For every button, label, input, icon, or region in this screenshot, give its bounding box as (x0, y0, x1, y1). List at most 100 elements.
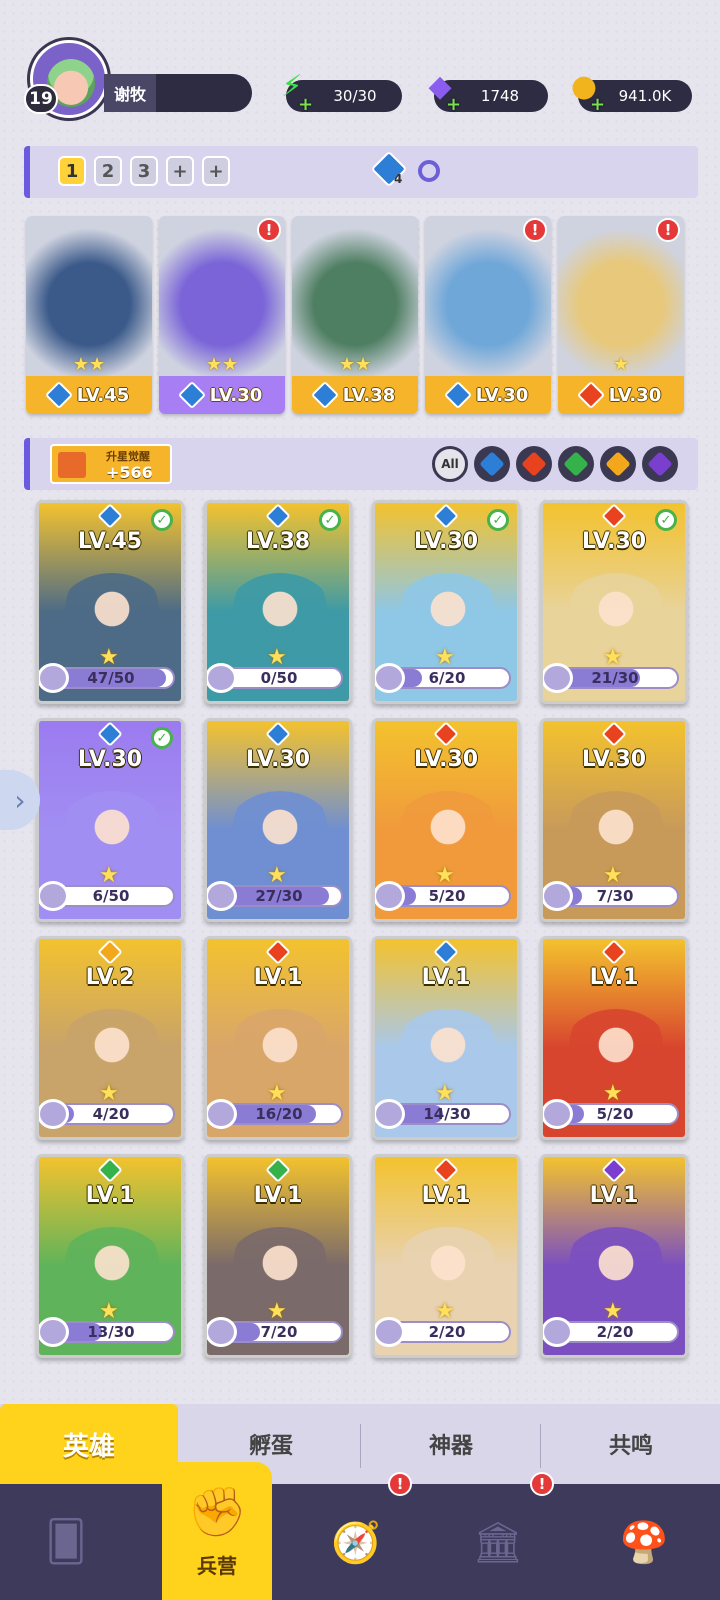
hero-card[interactable]: LV.30 ✓ ★ 21/30 (540, 500, 688, 704)
team-hero-level: LV.45 (26, 376, 152, 414)
shard-icon (207, 881, 237, 911)
hero-level: LV.1 (253, 965, 303, 990)
bottom-nav: 🂠 ✊ 兵营 🧭 ! 🏛 ! 🍄 (0, 1462, 720, 1600)
level-label: LV.30 (209, 384, 263, 406)
gems-counter[interactable]: ◆ +1748 (428, 69, 548, 115)
hero-level: LV.1 (85, 1183, 135, 1208)
hero-level: LV.1 (421, 965, 471, 990)
shard-icon (207, 1317, 237, 1347)
hero-card[interactable]: LV.30 ★ 5/20 (372, 718, 520, 922)
team-tab-3[interactable]: 3 (130, 156, 158, 186)
team-hero-card[interactable]: LV.30 ! (425, 216, 551, 414)
level-label: LV.38 (342, 384, 396, 406)
hero-portrait (26, 216, 152, 376)
barracks-label: 兵营 (197, 1554, 237, 1578)
plus-icon[interactable]: + (590, 94, 605, 115)
filter-water-icon[interactable] (474, 446, 510, 482)
team-hero-card[interactable]: ★★ LV.30 ! (159, 216, 285, 414)
level-label: LV.30 (608, 384, 662, 406)
energy-counter[interactable]: ⚡ +30/30 (281, 69, 402, 115)
hero-card[interactable]: LV.30 ✓ ★ 6/20 (372, 500, 520, 704)
hero-level: LV.30 (413, 747, 479, 772)
hero-level: LV.2 (85, 965, 135, 990)
coins-counter[interactable]: ● +941.0K (571, 69, 692, 115)
hero-card[interactable]: LV.1 ★ 7/20 (204, 1154, 352, 1358)
shard-icon (39, 1317, 69, 1347)
stars-icon: ★★ (338, 354, 372, 375)
map-icon[interactable]: 🧭 (320, 1506, 392, 1578)
filter-dark-icon[interactable] (642, 446, 678, 482)
hero-level: LV.45 (77, 529, 143, 554)
player-name-bar: 谢牧 (104, 74, 252, 112)
hero-card[interactable]: LV.1 ★ 16/20 (204, 936, 352, 1140)
alert-badge: ! (257, 218, 281, 242)
tab-resonance[interactable]: 共鸣 (542, 1404, 720, 1484)
hero-card[interactable]: LV.30 ★ 27/30 (204, 718, 352, 922)
team-tab-add[interactable]: + (166, 156, 194, 186)
hero-level: LV.38 (245, 529, 311, 554)
alert-badge: ! (523, 218, 547, 242)
tab-artifacts[interactable]: 神器 (362, 1404, 540, 1484)
check-icon: ✓ (319, 509, 341, 531)
hero-card[interactable]: LV.1 ★ 2/20 (372, 1154, 520, 1358)
hero-card[interactable]: LV.38 ✓ ★ 0/50 (204, 500, 352, 704)
filter-fire-icon[interactable] (516, 446, 552, 482)
hero-card[interactable]: LV.30 ★ 7/30 (540, 718, 688, 922)
team-selector-bar: 1 2 3 + + 4 (24, 146, 698, 198)
team-hero-level: LV.30 (159, 376, 285, 414)
gem-count: 4 (394, 172, 403, 186)
plus-icon[interactable]: + (446, 94, 461, 115)
element-icon (310, 380, 339, 410)
level-label: LV.30 (475, 384, 529, 406)
shard-icon (39, 1099, 69, 1129)
shard-icon (375, 663, 405, 693)
shard-icon (375, 1317, 405, 1347)
team-tab-2[interactable]: 2 (94, 156, 122, 186)
team-tab-add[interactable]: + (202, 156, 230, 186)
team-hero-card[interactable]: ★★ LV.45 (26, 216, 152, 414)
cards-icon[interactable]: 🂠 (30, 1506, 102, 1578)
shard-icon (543, 1099, 573, 1129)
side-expand-chevron-icon[interactable]: › (0, 770, 40, 830)
team-tab-1[interactable]: 1 (58, 156, 86, 186)
player-level: 19 (24, 84, 58, 114)
hero-card[interactable]: LV.1 ★ 14/30 (372, 936, 520, 1140)
filter-nature-icon[interactable] (558, 446, 594, 482)
filter-light-icon[interactable] (600, 446, 636, 482)
shard-icon (375, 881, 405, 911)
plus-icon[interactable]: + (298, 94, 313, 115)
filter-bar: 升星觉醒 +566 All (24, 438, 698, 490)
team-hero-card[interactable]: ★ LV.30 ! (558, 216, 684, 414)
team-hero-level: LV.30 (558, 376, 684, 414)
shard-icon (543, 1317, 573, 1347)
check-icon: ✓ (487, 509, 509, 531)
sub-tabs: 英雄 孵蛋 神器 共鸣 (0, 1404, 720, 1484)
hero-level: LV.30 (77, 747, 143, 772)
element-icon (44, 380, 73, 410)
hero-card[interactable]: LV.1 ★ 2/20 (540, 1154, 688, 1358)
alert-badge: ! (530, 1472, 554, 1496)
awaken-button[interactable]: 升星觉醒 +566 (50, 444, 172, 484)
hero-card[interactable]: LV.1 ★ 5/20 (540, 936, 688, 1140)
hero-card[interactable]: LV.1 ★ 13/30 (36, 1154, 184, 1358)
check-icon: ✓ (151, 727, 173, 749)
hero-level: LV.30 (581, 529, 647, 554)
hero-card[interactable]: LV.2 ★ 4/20 (36, 936, 184, 1140)
hero-card[interactable]: LV.45 ✓ ★ 47/50 (36, 500, 184, 704)
filter-all[interactable]: All (432, 446, 468, 482)
tab-heroes[interactable]: 英雄 (0, 1404, 178, 1484)
mushroom-icon[interactable]: 🍄 (608, 1506, 680, 1578)
hero-level: LV.1 (589, 965, 639, 990)
player-name: 谢牧 (104, 74, 157, 112)
shard-icon (375, 1099, 405, 1129)
hero-card[interactable]: LV.30 ✓ ★ 6/50 (36, 718, 184, 922)
shard-icon (543, 663, 573, 693)
shard-icon (39, 663, 69, 693)
team-hero-card[interactable]: ★★ LV.38 (292, 216, 418, 414)
hero-level: LV.30 (581, 747, 647, 772)
barracks-icon: ✊ (187, 1484, 247, 1540)
coins-value: 941.0K (618, 87, 672, 105)
castle-icon[interactable]: 🏛 (462, 1506, 534, 1578)
barracks-nav-item[interactable]: ✊ 兵营 (162, 1462, 272, 1600)
search-icon[interactable] (418, 160, 440, 182)
